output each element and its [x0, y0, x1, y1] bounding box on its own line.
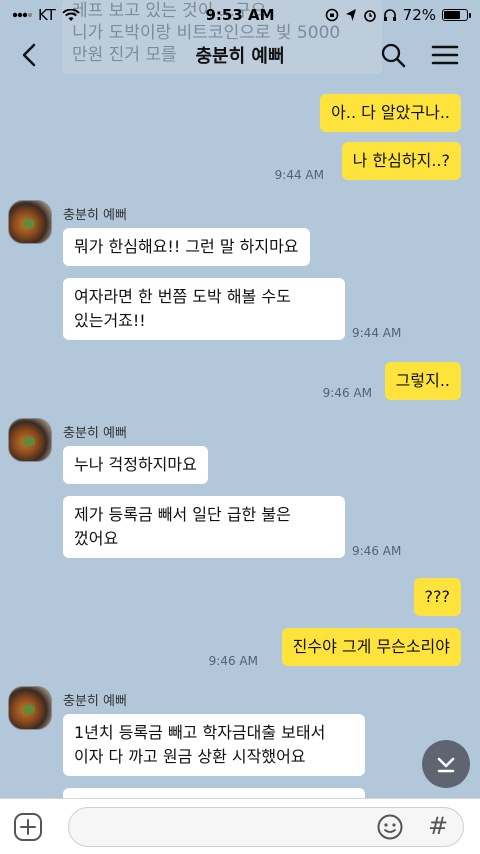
battery-icon — [442, 9, 471, 21]
message-time: 9:46 AM — [352, 544, 402, 558]
message-bubble-received[interactable]: 여자라면 한 번쯤 도박 해볼 수도 있는거죠!! — [63, 278, 345, 340]
message-input-bar: # — [0, 798, 480, 854]
chevron-left-icon[interactable] — [16, 40, 46, 70]
hashtag-search-button[interactable]: # — [426, 811, 450, 841]
smiley-icon[interactable] — [376, 813, 404, 841]
avatar[interactable] — [8, 200, 52, 244]
message-bubble-received[interactable]: 뭐가 한심해요!! 그런 말 하지마요 — [63, 228, 310, 266]
message-time: 9:46 AM — [208, 654, 258, 668]
message-bubble-sent[interactable]: 아.. 다 알았구나.. — [320, 94, 461, 132]
status-time: 9:53 AM — [205, 6, 275, 24]
plus-square-icon[interactable] — [12, 811, 44, 843]
message-time: 9:46 AM — [322, 386, 372, 400]
scroll-to-bottom-button[interactable] — [422, 740, 470, 788]
avatar[interactable] — [8, 418, 52, 462]
sender-name: 충분히 예뻐 — [63, 208, 127, 223]
message-bubble-received[interactable]: 누나 걱정하지마요 — [63, 446, 208, 484]
avatar[interactable] — [8, 686, 52, 730]
chat-title: 충분히 예뻐 — [195, 46, 285, 67]
message-bubble-sent[interactable]: 그렇지.. — [384, 362, 461, 400]
chat-message-list[interactable]: 아.. 다 알았구나.. 나 한심하지..? 9:44 AM 충분히 예뻐 뭐가… — [0, 80, 480, 808]
sender-name: 충분히 예뻐 — [63, 694, 127, 709]
message-time: 9:44 AM — [352, 326, 402, 340]
status-bar: KT 9:53 AM 72% — [0, 0, 480, 30]
message-bubble-sent[interactable]: ??? — [413, 578, 461, 616]
sender-name: 충분히 예뻐 — [63, 426, 127, 441]
message-bubble-received[interactable]: 1년치 등록금 빼고 학자금대출 보태서 이자 다 까고 원금 상환 시작했어요 — [63, 714, 365, 776]
message-input[interactable] — [68, 807, 464, 847]
message-bubble-sent[interactable]: 진수야 그게 무슨소리야 — [281, 628, 461, 666]
hamburger-menu-icon[interactable] — [430, 40, 460, 70]
chevron-down-icon — [437, 757, 455, 773]
message-time: 9:44 AM — [274, 168, 324, 182]
chat-header: 충분히 예뻐 — [0, 30, 480, 80]
message-bubble-sent[interactable]: 나 한심하지..? — [341, 142, 461, 180]
search-icon[interactable] — [378, 40, 408, 70]
message-bubble-received[interactable]: 제가 등록금 빼서 일단 급한 불은 껐어요 — [63, 496, 345, 558]
